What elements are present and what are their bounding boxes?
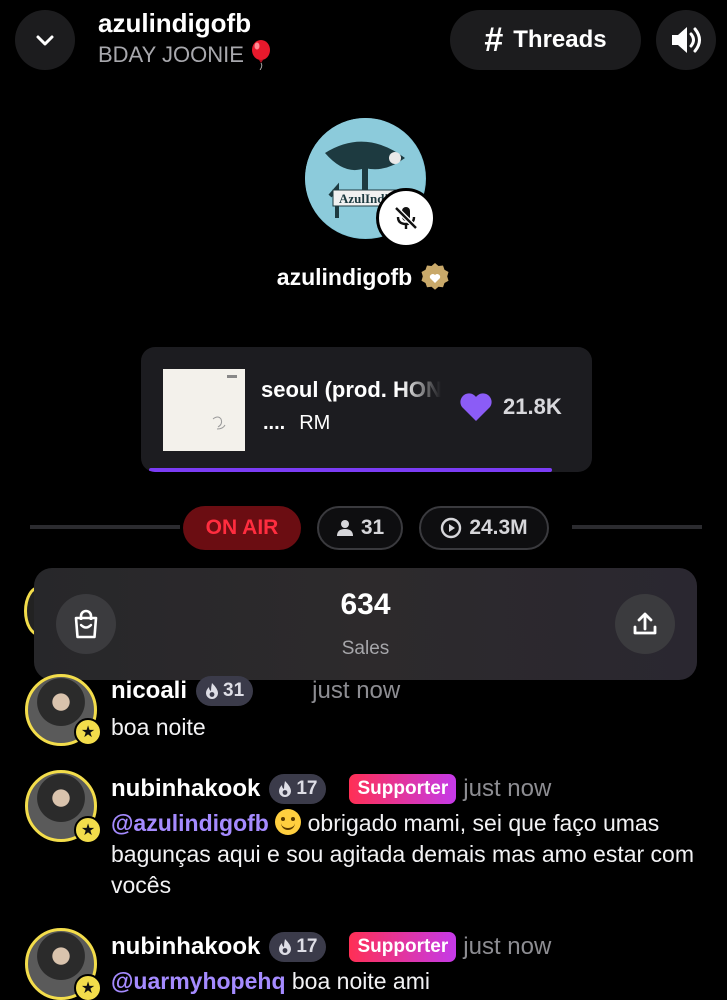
flame-icon bbox=[279, 939, 292, 955]
heart-icon bbox=[460, 393, 492, 421]
verified-badge-icon bbox=[421, 263, 449, 290]
song-progress-bar bbox=[149, 468, 552, 472]
play-count: 24.3M bbox=[469, 516, 528, 539]
star-icon: ★ bbox=[74, 974, 102, 1000]
star-icon: ★ bbox=[74, 816, 102, 844]
chat-mention[interactable]: @azulindigofb bbox=[111, 810, 269, 836]
room-header: azulindigofb BDAY JOONIE bbox=[98, 6, 272, 70]
level-badge: 17 bbox=[269, 774, 327, 804]
threads-label: Threads bbox=[513, 26, 607, 53]
album-art bbox=[163, 369, 245, 451]
song-artist: RM bbox=[299, 412, 331, 434]
star-icon: ★ bbox=[74, 718, 102, 746]
divider-right bbox=[572, 525, 702, 529]
chat-timestamp: just now bbox=[463, 775, 552, 802]
share-icon bbox=[633, 612, 657, 635]
chat-username[interactable]: nubinhakook bbox=[111, 775, 260, 803]
listeners-pill[interactable]: 31 bbox=[317, 506, 403, 550]
chat-timestamp: just now bbox=[463, 933, 552, 960]
smiling-face-emoji-icon bbox=[275, 809, 302, 835]
speaker-icon bbox=[672, 27, 701, 53]
song-artist-prefix: .... bbox=[263, 412, 286, 434]
person-icon bbox=[336, 520, 353, 536]
level-value: 31 bbox=[223, 680, 245, 701]
host-name: azulindigofb bbox=[276, 263, 413, 290]
mic-off-icon bbox=[394, 206, 418, 230]
status-row: ON AIR 31 24.3M bbox=[183, 506, 549, 550]
share-button[interactable] bbox=[615, 594, 675, 654]
now-playing-card[interactable]: seoul (prod. HONNE) .... RM 21.8K bbox=[141, 347, 592, 472]
chat-text: boa noite bbox=[111, 714, 206, 740]
sales-label: Sales bbox=[341, 638, 390, 659]
threads-button[interactable]: # Threads bbox=[450, 10, 641, 70]
song-title: seoul (prod. HONNE) bbox=[261, 377, 441, 402]
chat-username[interactable]: nicoali bbox=[111, 677, 187, 705]
hash-icon: # bbox=[484, 21, 504, 59]
flame-icon bbox=[206, 683, 219, 699]
divider-left bbox=[30, 525, 180, 529]
like-count: 21.8K bbox=[503, 394, 562, 419]
room-title: azulindigofb bbox=[98, 8, 252, 38]
chat-timestamp: just now bbox=[312, 677, 401, 704]
play-circle-icon bbox=[441, 517, 462, 539]
chat-text: boa noite ami bbox=[291, 968, 430, 994]
flame-icon bbox=[279, 781, 292, 797]
on-air-badge: ON AIR bbox=[183, 506, 301, 550]
like-button[interactable]: 21.8K bbox=[459, 392, 562, 422]
level-value: 17 bbox=[296, 778, 318, 799]
listener-count: 31 bbox=[360, 516, 385, 539]
supporter-badge: Supporter bbox=[349, 774, 457, 804]
plays-pill[interactable]: 24.3M bbox=[419, 506, 549, 550]
level-badge: 17 bbox=[269, 932, 327, 962]
level-badge: 31 bbox=[196, 676, 254, 706]
chevron-down-icon bbox=[36, 35, 54, 46]
chat-mention[interactable]: @uarmyhopehq bbox=[111, 968, 286, 994]
sales-card: 634 Sales bbox=[34, 568, 697, 680]
level-value: 17 bbox=[296, 936, 318, 957]
mute-badge bbox=[376, 188, 436, 248]
collapse-button[interactable] bbox=[15, 10, 75, 70]
host-name-row: azulindigofb bbox=[0, 262, 727, 292]
supporter-badge: Supporter bbox=[349, 932, 457, 962]
chat-username[interactable]: nubinhakook bbox=[111, 933, 260, 961]
sound-button[interactable] bbox=[656, 10, 716, 70]
room-subtitle: BDAY JOONIE bbox=[98, 42, 244, 67]
balloon-icon bbox=[251, 40, 270, 70]
sales-count: 634 bbox=[340, 588, 391, 621]
